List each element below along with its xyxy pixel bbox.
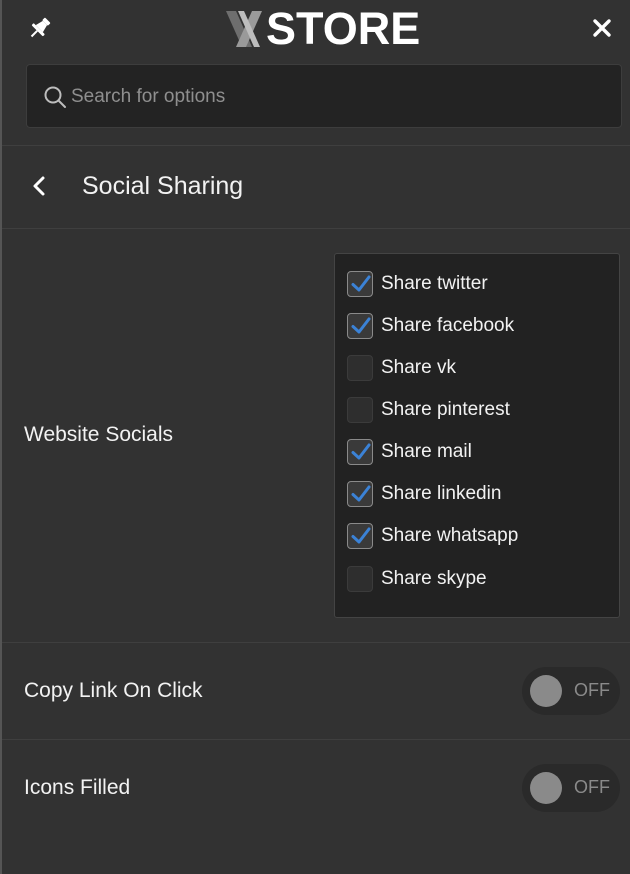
icons-filled-label: Icons Filled <box>24 776 131 799</box>
checkbox[interactable] <box>347 523 373 549</box>
logo: STORE <box>224 6 420 52</box>
share-pinterest-label: Share pinterest <box>381 399 510 420</box>
checkmark-icon <box>351 443 371 460</box>
checkbox[interactable] <box>347 439 373 465</box>
share-vk-option[interactable]: Share vk <box>347 353 456 383</box>
checkbox[interactable] <box>347 566 373 592</box>
section-title: Social Sharing <box>82 172 244 200</box>
share-linkedin-label: Share linkedin <box>381 483 502 504</box>
divider <box>2 739 630 740</box>
share-mail-label: Share mail <box>381 441 472 462</box>
checkbox[interactable] <box>347 355 373 381</box>
logo-text: STORE <box>266 3 421 54</box>
toggle-knob <box>530 675 562 707</box>
copy-link-toggle[interactable]: OFF <box>522 667 620 715</box>
share-twitter-label: Share twitter <box>381 273 488 294</box>
checkbox[interactable] <box>347 271 373 297</box>
share-linkedin-option[interactable]: Share linkedin <box>347 479 501 509</box>
toggle-state-text: OFF <box>574 777 610 797</box>
icons-filled-toggle[interactable]: OFF <box>522 764 620 812</box>
panel-left-border <box>0 0 2 874</box>
checkmark-icon <box>351 317 371 334</box>
website-socials-checklist: Share twitter Share facebook Share vk Sh… <box>334 253 620 618</box>
divider <box>2 642 630 643</box>
checkmark-icon <box>351 527 371 544</box>
share-whatsapp-label: Share whatsapp <box>381 525 519 546</box>
share-whatsapp-option[interactable]: Share whatsapp <box>347 521 518 551</box>
search-box <box>26 64 622 128</box>
share-mail-option[interactable]: Share mail <box>347 437 472 467</box>
share-pinterest-option[interactable]: Share pinterest <box>347 395 510 425</box>
checkmark-icon <box>351 275 371 292</box>
chevron-left-icon[interactable] <box>28 174 50 198</box>
checkbox[interactable] <box>347 397 373 423</box>
copy-link-label: Copy Link On Click <box>24 679 203 702</box>
share-vk-label: Share vk <box>381 357 456 378</box>
toggle-knob <box>530 772 562 804</box>
checkbox[interactable] <box>347 481 373 507</box>
pin-icon[interactable] <box>26 14 54 42</box>
logo-x-icon <box>226 11 262 47</box>
header: STORE <box>0 0 630 60</box>
share-twitter-option[interactable]: Share twitter <box>347 269 488 299</box>
divider <box>2 228 630 229</box>
share-facebook-label: Share facebook <box>381 315 515 336</box>
checkmark-icon <box>351 485 371 502</box>
share-facebook-option[interactable]: Share facebook <box>347 311 514 341</box>
checkbox[interactable] <box>347 313 373 339</box>
website-socials-label: Website Socials <box>24 423 174 446</box>
share-skype-label: Share skype <box>381 568 487 589</box>
toggle-state-text: OFF <box>574 680 610 700</box>
search-input[interactable] <box>71 79 601 115</box>
share-skype-option[interactable]: Share skype <box>347 564 487 594</box>
close-icon[interactable] <box>590 16 614 40</box>
search-icon <box>43 85 67 109</box>
